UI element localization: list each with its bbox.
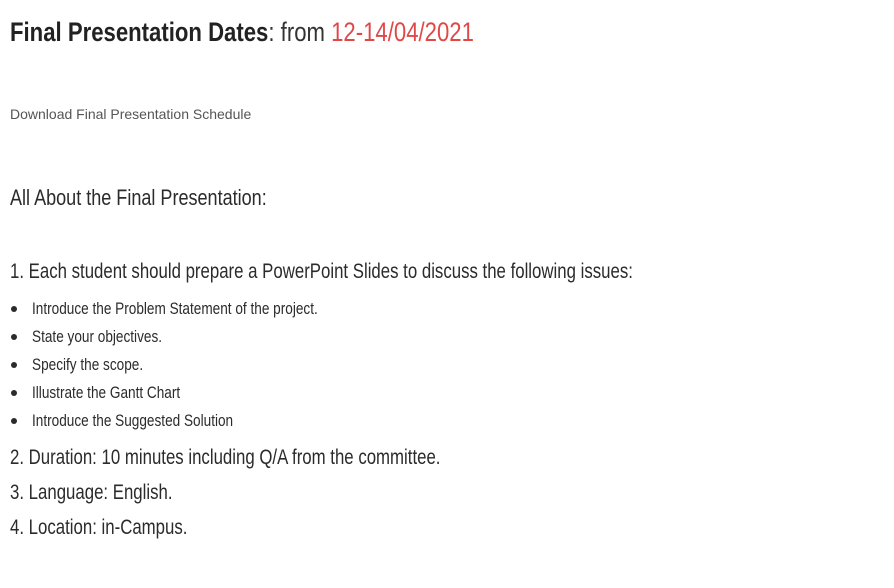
section-heading: All About the Final Presentation:	[10, 185, 267, 210]
bullet-dot-icon	[11, 334, 17, 340]
bullet-text: Illustrate the Gantt Chart	[32, 383, 181, 402]
bullet-text: Introduce the Problem Statement of the p…	[32, 299, 318, 318]
bullet-dot-icon	[11, 390, 17, 396]
list-item-3: 3. Language: English.	[10, 481, 173, 504]
list-item-1: 1. Each student should prepare a PowerPo…	[10, 260, 633, 283]
list-item-2: 2. Duration: 10 minutes including Q/A fr…	[10, 446, 441, 469]
page-title: Final Presentation Dates: from 12-14/04/…	[10, 14, 474, 50]
title-dates: 12-14/04/2021	[331, 17, 474, 47]
bullet-text: Specify the scope.	[32, 355, 144, 374]
bullet-text: Introduce the Suggested Solution	[32, 411, 234, 430]
bullet-text: State your objectives.	[32, 327, 163, 346]
title-separator: : from	[268, 17, 332, 47]
bullet-dot-icon	[11, 362, 17, 368]
bullet-dot-icon	[11, 306, 17, 312]
list-item-4: 4. Location: in-Campus.	[10, 516, 188, 539]
bullet-dot-icon	[11, 418, 17, 424]
title-label: Final Presentation Dates	[10, 17, 269, 47]
download-schedule-link[interactable]: Download Final Presentation Schedule	[10, 104, 251, 124]
